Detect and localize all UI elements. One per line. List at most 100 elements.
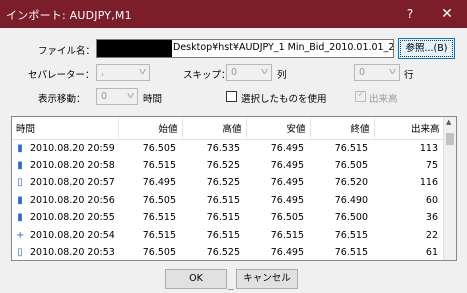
column-header-close[interactable]: 終値 [310,117,375,140]
scrollbar-thumb[interactable] [446,133,454,145]
close-cell: 76.500 [334,212,368,224]
close-cell: 76.490 [334,194,368,206]
table-row[interactable]: +2010.08.20 20:54 76.515 76.515 76.515 7… [12,227,444,245]
skip-row-value: 0 [359,67,366,78]
close-cell: 76.505 [334,159,368,171]
volume-cell: 116 [419,177,438,189]
close-button[interactable]: ✕ [433,3,461,25]
low-cell: 76.495 [270,177,304,189]
focus-outline [400,40,453,57]
column-header-high[interactable]: 高値 [182,117,247,140]
volume-cell: 22 [425,229,438,241]
open-cell: 76.505 [142,247,176,259]
skip-row-select[interactable]: 0 v [354,64,400,81]
data-preview-table[interactable]: 時間 始値 高値 安値 終値 出来高 ▮ 2010.08.20 20:59 76.… [11,116,457,261]
close-cell: 76.515 [334,142,368,154]
file-path-text: Desktop¥hst¥AUDJPY_1 Min_Bid_2010.01.01_… [173,42,394,53]
table-header-row: 時間 始値 高値 安値 終値 出来高 [12,117,445,140]
high-cell: 76.525 [206,247,240,259]
volume-checkbox[interactable]: ✓ [355,89,366,102]
table-row[interactable]: ▮ 2010.08.20 20:59 76.505 76.535 76.495 7… [12,139,444,157]
open-cell: 76.505 [142,194,176,206]
open-cell: 76.515 [142,229,176,241]
high-cell: 76.515 [206,229,240,241]
skip-column-select[interactable]: 0 v [226,64,272,81]
redacted-path-segment [97,40,172,57]
high-cell: 76.515 [206,194,240,206]
candle-icon: ▮ [17,142,23,154]
checkmark-icon: ✓ [357,89,366,100]
candle-icon: ▯ [17,247,23,259]
low-cell: 76.495 [270,159,304,171]
help-button[interactable]: ? [400,4,420,24]
candle-icon: ▯ [17,177,23,189]
volume-cell: 75 [425,159,438,171]
time-cell: 2010.08.20 20:56 [30,194,115,206]
table-row[interactable]: ▯ 2010.08.20 20:53 76.505 76.525 76.495 7… [12,244,444,260]
column-header-time[interactable]: 時間 [12,117,119,140]
low-cell: 76.505 [270,212,304,224]
shift-hours-value: 0 [101,91,108,102]
column-header-low[interactable]: 安値 [246,117,311,140]
file-name-label: ファイル名： [38,46,96,57]
time-cell: 2010.08.20 20:53 [30,247,115,259]
separator-select[interactable]: , v [96,64,150,81]
candle-icon: ▮ [17,212,23,224]
chevron-down-icon: v [138,67,147,77]
browse-button[interactable]: 参照...(B) [398,38,455,59]
high-cell: 76.535 [206,142,240,154]
use-selected-checkbox[interactable] [226,91,237,102]
window-title: インポート: AUDJPY,M1 [6,9,132,22]
chevron-down-icon: v [126,91,135,101]
table-row[interactable]: ▮ 2010.08.20 20:55 76.515 76.515 76.505 7… [12,209,444,227]
use-selected-label[interactable]: 選択したものを使用 [241,91,327,105]
time-cell: 2010.08.20 20:55 [30,212,115,224]
column-header-open[interactable]: 始値 [118,117,183,140]
doji-icon: + [16,229,25,241]
time-cell: 2010.08.20 20:57 [30,177,115,189]
shift-hours-select[interactable]: 0 v [96,88,138,105]
table-row[interactable]: ▯ 2010.08.20 20:57 76.495 76.525 76.495 7… [12,174,444,192]
high-cell: 76.515 [206,212,240,224]
shift-label: 表示移動： [38,94,86,105]
candle-icon: ▮ [17,194,23,206]
vertical-scrollbar[interactable]: ▲ [443,117,456,260]
title-bar: インポート: AUDJPY,M1 ? ✕ [0,0,467,28]
skip-label: スキップ： [183,70,231,81]
table-row[interactable]: ▮ 2010.08.20 20:58 76.515 76.525 76.495 7… [12,157,444,175]
resize-grip [228,289,234,293]
volume-cell: 60 [425,194,438,206]
open-cell: 76.505 [142,142,176,154]
close-cell: 76.515 [334,229,368,241]
low-cell: 76.495 [270,247,304,259]
skip-column-unit: 列 [277,70,287,81]
candle-icon: ▮ [17,159,23,171]
close-cell: 76.520 [334,177,368,189]
open-cell: 76.515 [142,212,176,224]
high-cell: 76.525 [206,177,240,189]
time-cell: 2010.08.20 20:59 [30,142,115,154]
separator-value: , [101,67,105,78]
low-cell: 76.515 [270,229,304,241]
file-name-field[interactable]: Desktop¥hst¥AUDJPY_1 Min_Bid_2010.01.01_… [96,39,394,58]
close-cell: 76.515 [334,247,368,259]
volume-label: 出来高 [369,94,398,105]
volume-cell: 36 [425,212,438,224]
open-cell: 76.515 [142,159,176,171]
time-cell: 2010.08.20 20:54 [30,229,115,241]
chevron-down-icon: v [388,67,397,77]
separator-label: セパレーター： [28,70,95,81]
cancel-button[interactable]: キャンセル [236,269,298,289]
volume-cell: 113 [419,142,438,154]
time-cell: 2010.08.20 20:58 [30,159,115,171]
chevron-down-icon: v [260,67,269,77]
skip-row-unit: 行 [404,70,414,81]
volume-cell: 61 [425,247,438,259]
high-cell: 76.525 [206,159,240,171]
table-row[interactable]: ▮ 2010.08.20 20:56 76.505 76.515 76.495 7… [12,192,444,210]
shift-unit: 時間 [143,94,163,105]
open-cell: 76.495 [142,177,176,189]
ok-button[interactable]: OK [165,269,227,289]
column-header-volume[interactable]: 出来高 [374,117,445,140]
scroll-up-icon[interactable]: ▲ [446,118,451,126]
